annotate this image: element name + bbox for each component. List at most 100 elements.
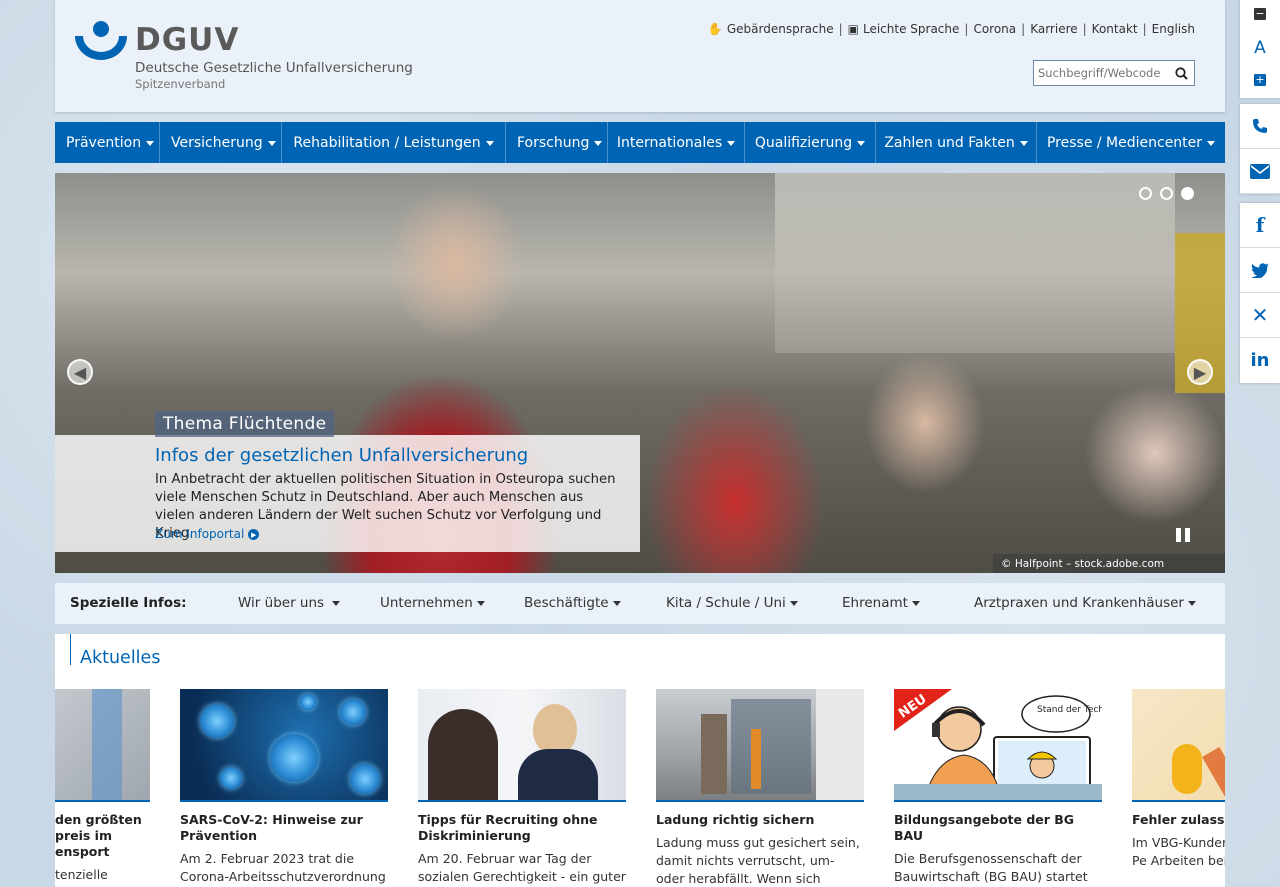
hero-link[interactable]: Zum Infoportal ▶ — [155, 527, 260, 541]
search-icon — [1174, 66, 1188, 80]
news-card[interactable]: Fehler zulassen Im VBG-Kundenm berichtet… — [1132, 689, 1225, 870]
news-card-text: tenzielle — [55, 867, 108, 882]
slider-dot-1[interactable] — [1139, 187, 1152, 200]
caret-down-icon — [1019, 141, 1028, 146]
facebook-icon: f — [1255, 213, 1265, 237]
special-item-arztpraxen[interactable]: Arztpraxen und Krankenhäuser — [974, 595, 1196, 611]
news-card-text: Am 2. Februar 2023 trat die Corona-Arbei… — [180, 851, 386, 884]
caret-down-icon — [485, 141, 494, 146]
news-card-text: Im VBG-Kundenm berichtet Ralf Pe Arbeite… — [1132, 835, 1225, 868]
topnav-leichte-sprache[interactable]: Leichte Sprache — [863, 22, 959, 36]
pause-icon — [1176, 528, 1181, 542]
xing-icon: ✕ — [1251, 303, 1269, 327]
caret-down-icon — [332, 600, 341, 606]
arrow-left-icon: ◀ — [73, 362, 87, 382]
news-card[interactable]: SARS-CoV-2: Hinweise zur Prävention Am 2… — [180, 689, 388, 887]
nav-internationales[interactable]: Internationales — [608, 122, 745, 163]
caret-down-icon — [1187, 600, 1196, 606]
logo-subtitle-2: Spitzenverband — [135, 77, 226, 91]
caret-down-icon — [594, 141, 603, 146]
nav-versicherung[interactable]: Versicherung — [160, 122, 282, 163]
slider-dot-2[interactable] — [1160, 187, 1173, 200]
topnav-gebaerdensprache[interactable]: Gebärdensprache — [727, 22, 834, 36]
logo-subtitle: Deutsche Gesetzliche Unfallversicherung — [135, 60, 413, 76]
news-card-title: Tipps für Recruiting ohne Diskriminierun… — [418, 812, 598, 843]
site-header: DGUV Deutsche Gesetzliche Unfallversiche… — [55, 0, 1225, 112]
news-card-title: Ladung richtig sichern — [656, 812, 815, 827]
comic-illustration: NEU Stand der Technik — [894, 689, 1102, 800]
caret-down-icon — [727, 141, 736, 146]
search-input[interactable] — [1034, 62, 1170, 84]
news-card-image — [1132, 689, 1225, 802]
news-card[interactable]: Tipps für Recruiting ohne Diskriminierun… — [418, 689, 626, 887]
special-item-kita-schule-uni[interactable]: Kita / Schule / Uni — [666, 595, 798, 611]
hero-caption: Infos der gesetzlichen Unfallversicherun… — [55, 435, 640, 552]
twitter-icon — [1251, 262, 1269, 278]
bubble-text: Stand der Technik — [1037, 705, 1102, 715]
mail-icon — [1250, 163, 1270, 179]
special-item-wir-ueber-uns[interactable]: Wir über uns — [238, 595, 341, 611]
caret-down-icon — [911, 600, 920, 606]
xing-button[interactable]: ✕ — [1240, 293, 1280, 338]
news-card-image — [656, 689, 864, 802]
news-card-text: Am 20. Februar war Tag der sozialen Gere… — [418, 851, 626, 884]
nav-presse[interactable]: Presse / Mediencenter — [1037, 122, 1225, 163]
search-button[interactable] — [1170, 62, 1192, 84]
hero-title[interactable]: Infos der gesetzlichen Unfallversicherun… — [155, 445, 528, 466]
news-card-text: Ladung muss gut gesichert sein, damit ni… — [656, 835, 860, 886]
contact-panel — [1240, 104, 1280, 194]
arrow-right-icon: ▶ — [1193, 362, 1207, 382]
news-section: Aktuelles den größten preis im ensport t… — [55, 634, 1225, 887]
news-card-text: Die Berufsgenossenschaft der Bauwirtscha… — [894, 851, 1088, 884]
news-card-image — [180, 689, 388, 802]
nav-zahlen-und-fakten[interactable]: Zahlen und Fakten — [876, 122, 1037, 163]
slider-next-button[interactable]: ▶ — [1187, 359, 1213, 385]
nav-rehabilitation[interactable]: Rehabilitation / Leistungen — [282, 122, 506, 163]
caret-down-icon — [267, 141, 276, 146]
special-item-ehrenamt[interactable]: Ehrenamt — [842, 595, 920, 611]
font-size-label: A — [1254, 38, 1266, 58]
font-increase-button[interactable]: + — [1254, 74, 1266, 86]
nav-forschung[interactable]: Forschung — [506, 122, 608, 163]
font-size-panel: − A + — [1240, 0, 1280, 98]
special-infos-bar: Spezielle Infos: Wir über uns Unternehme… — [55, 583, 1225, 624]
mail-button[interactable] — [1240, 149, 1280, 194]
twitter-button[interactable] — [1240, 248, 1280, 293]
pause-button[interactable] — [1176, 528, 1192, 544]
special-item-beschaeftigte[interactable]: Beschäftigte — [524, 595, 621, 611]
news-card-image: NEU Stand der Technik — [894, 689, 1102, 802]
news-card-title: den größten preis im ensport — [55, 812, 142, 859]
hero-slider: ◀ ▶ Infos der gesetzlichen Unfallversich… — [55, 173, 1225, 573]
caret-down-icon — [789, 600, 798, 606]
topnav-corona[interactable]: Corona — [973, 22, 1016, 36]
dguv-logo[interactable]: DGUV Deutsche Gesetzliche Unfallversiche… — [75, 18, 420, 93]
news-card-title: Bildungsangebote der BG BAU — [894, 812, 1075, 843]
special-item-unternehmen[interactable]: Unternehmen — [380, 595, 485, 611]
topnav-karriere[interactable]: Karriere — [1030, 22, 1077, 36]
news-card[interactable]: den größten preis im ensport tenzielle — [55, 689, 150, 884]
main-navigation: Prävention Versicherung Rehabilitation /… — [55, 122, 1225, 163]
topnav-english[interactable]: English — [1152, 22, 1195, 36]
dguv-logo-mark-icon — [75, 21, 127, 60]
facebook-button[interactable]: f — [1240, 203, 1280, 248]
topnav-kontakt[interactable]: Kontakt — [1092, 22, 1138, 36]
news-card[interactable]: Ladung richtig sichern Ladung muss gut g… — [656, 689, 864, 887]
phone-button[interactable] — [1240, 104, 1280, 149]
news-card-image — [418, 689, 626, 802]
font-decrease-button[interactable]: − — [1254, 8, 1266, 20]
news-card-title: SARS-CoV-2: Hinweise zur Prävention — [180, 812, 363, 843]
image-credit: © Halfpoint – stock.adobe.com — [993, 554, 1225, 573]
search-box — [1033, 60, 1195, 86]
linkedin-button[interactable]: in — [1240, 338, 1280, 383]
arrow-circle-right-icon: ▶ — [248, 529, 260, 540]
slider-dot-3[interactable] — [1181, 187, 1194, 200]
slider-prev-button[interactable]: ◀ — [67, 359, 93, 385]
phone-icon — [1253, 119, 1267, 133]
nav-praevention[interactable]: Prävention — [55, 122, 160, 163]
nav-qualifizierung[interactable]: Qualifizierung — [745, 122, 876, 163]
logo-brand: DGUV — [135, 22, 240, 58]
caret-down-icon — [146, 141, 155, 146]
news-card[interactable]: NEU Stand der Technik Bildungsangebote d… — [894, 689, 1102, 887]
caret-down-icon — [476, 600, 485, 606]
news-card-title: Fehler zulassen — [1132, 812, 1225, 827]
